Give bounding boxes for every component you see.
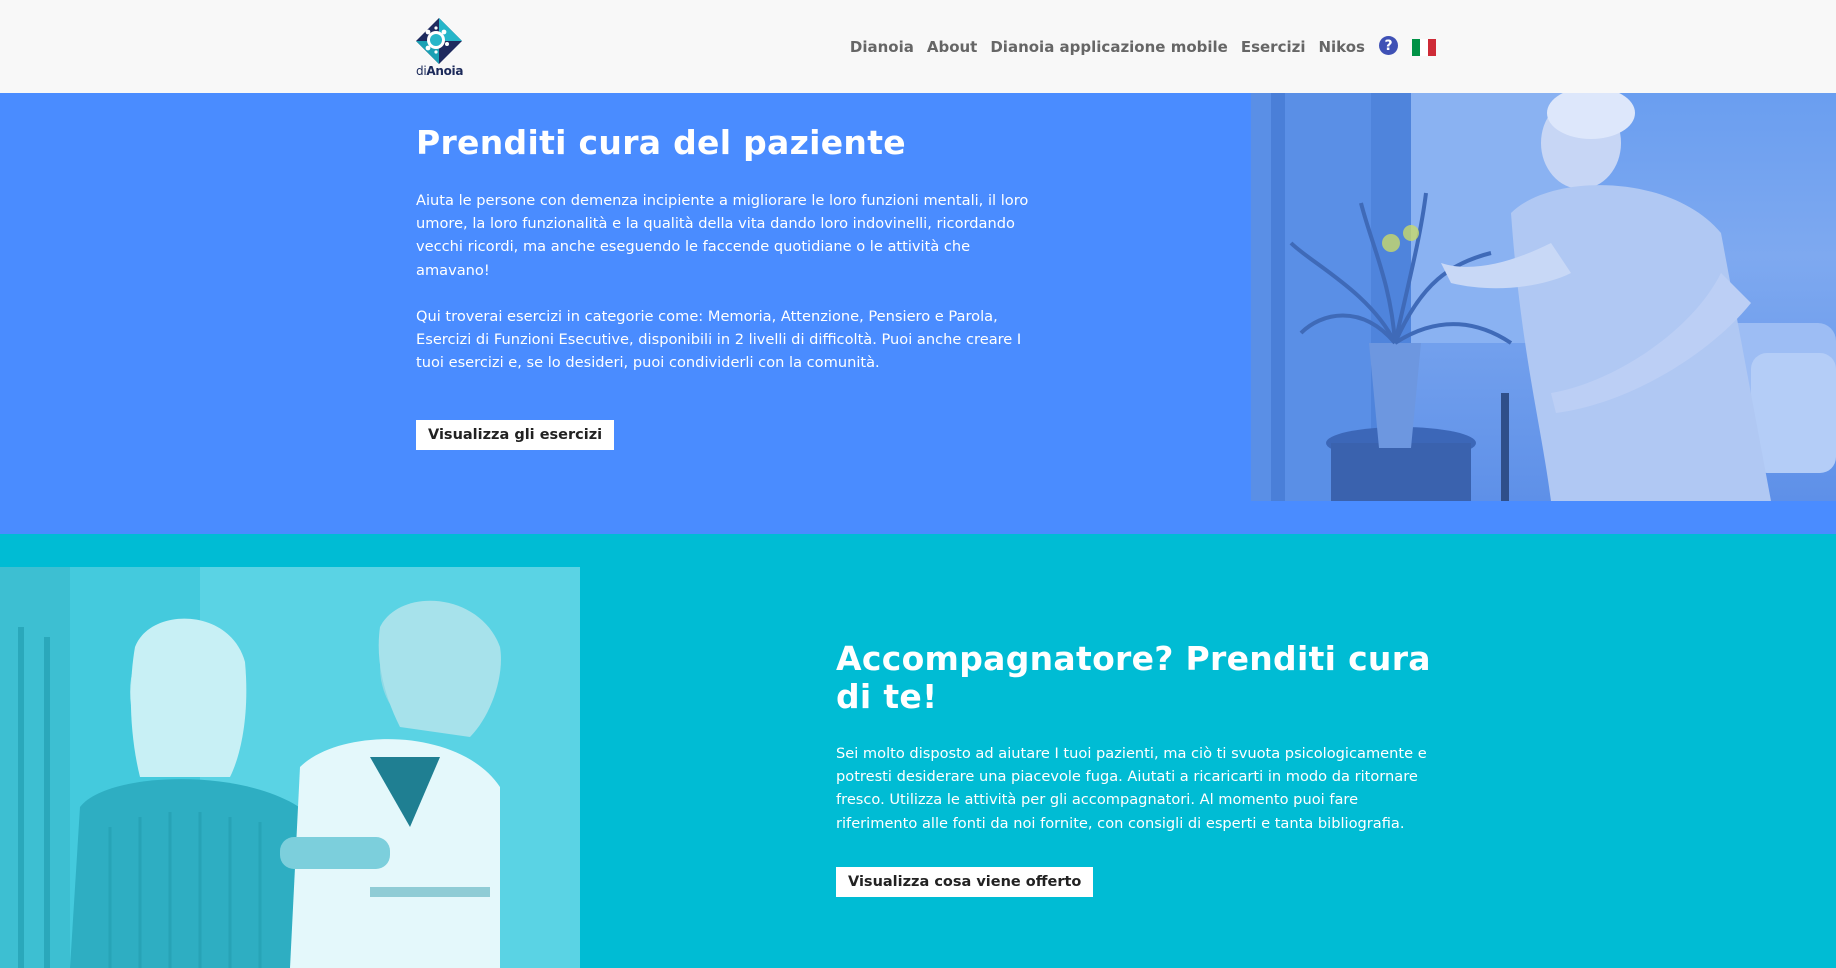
nav-item-esercizi[interactable]: Esercizi: [1241, 38, 1306, 56]
nav-item-about[interactable]: About: [927, 38, 978, 56]
italian-flag-icon[interactable]: [1412, 39, 1436, 56]
patient-section-title: Prenditi cura del paziente: [416, 123, 906, 162]
main-nav: Dianoia About Dianoia applicazione mobil…: [850, 36, 1436, 56]
help-circle-icon[interactable]: ?: [1379, 36, 1398, 55]
dianoia-logo[interactable]: diAnoia: [414, 18, 464, 80]
view-exercises-button[interactable]: Visualizza gli esercizi: [416, 420, 615, 450]
caregiver-section-paragraph: Sei molto disposto ad aiutare I tuoi paz…: [836, 745, 1427, 832]
logo-text-bold: Anoia: [426, 64, 464, 78]
patient-section: Prenditi cura del paziente Aiuta le pers…: [0, 93, 1836, 534]
view-offering-button[interactable]: Visualizza cosa viene offerto: [836, 867, 1094, 897]
nav-item-dianoia[interactable]: Dianoia: [850, 38, 914, 56]
nav-item-nikos[interactable]: Nikos: [1318, 38, 1365, 56]
logo-text: diAnoia: [416, 64, 463, 78]
patient-section-paragraph-1: Aiuta le persone con demenza incipiente …: [416, 192, 1029, 279]
nav-item-mobile-app[interactable]: Dianoia applicazione mobile: [990, 38, 1227, 56]
logo-text-prefix: di: [416, 64, 427, 78]
caregiver-section-title: Accompagnatore? Prenditi cura di te!: [836, 639, 1431, 716]
caregiver-with-patient-image: [0, 567, 580, 968]
caregiver-section: Accompagnatore? Prenditi cura di te! Sei…: [0, 534, 1836, 968]
logo-mark-icon: [416, 18, 462, 64]
patient-section-paragraph-2: Qui troverai esercizi in categorie come:…: [416, 308, 1022, 372]
elderly-woman-with-plant-image: [1251, 93, 1836, 501]
site-header: diAnoia Dianoia About Dianoia applicazio…: [0, 0, 1836, 93]
